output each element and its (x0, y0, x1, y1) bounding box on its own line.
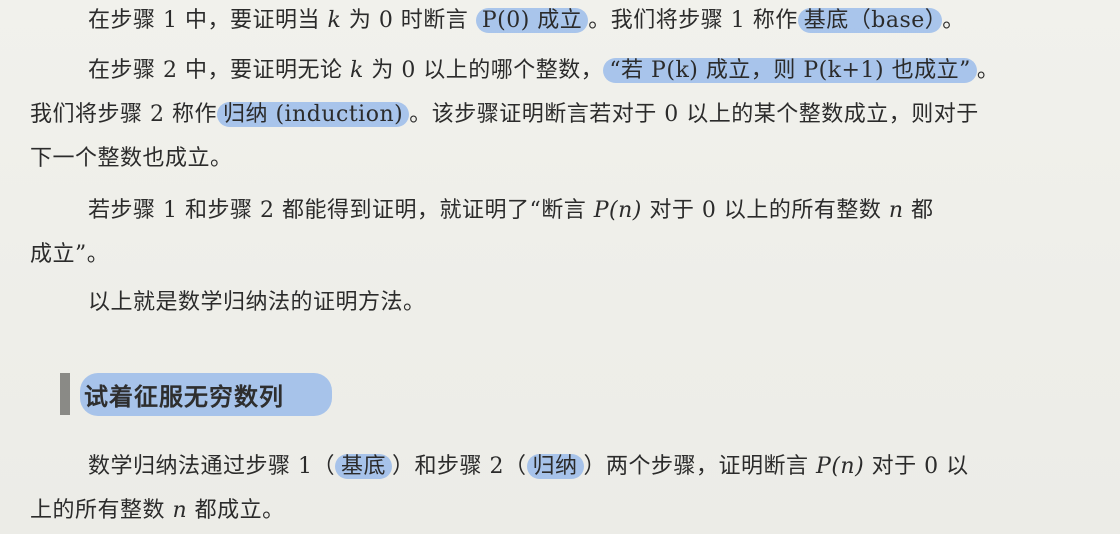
text-segment: 在步骤 2 中，要证明无论 (88, 58, 350, 83)
paragraph-step1: 在步骤 1 中，要证明当 k 为 0 时断言 P(0) 成立 。我们将步骤 1 称… (88, 6, 965, 36)
text-segment: 。 (976, 58, 1000, 83)
text-segment: 对于 0 以上的所有整数 (641, 198, 889, 223)
text-segment: 对于 0 以 (864, 454, 969, 479)
text-segment: 都 (903, 198, 934, 223)
variable-k: k (327, 8, 342, 33)
text-segment: 为 0 时断言 (341, 8, 476, 33)
text-segment: 我们将步骤 2 称作 (30, 102, 217, 127)
text-segment: 。该步骤证明断言若对于 0 以上的某个整数成立，则对于 (409, 102, 979, 127)
text-segment: 。 (942, 8, 965, 33)
variable-n: n (172, 498, 188, 523)
highlight-induction: 归纳 (526, 454, 584, 479)
paragraph-step2: 在步骤 2 中，要证明无论 k 为 0 以上的哪个整数， “若 P(k) 成立，则… (88, 56, 999, 86)
section-heading: 试着征服无穷数列 (60, 372, 332, 416)
text-segment: 若步骤 1 和步骤 2 都能得到证明，就证明了“断言 (88, 198, 594, 223)
heading-title: 试着征服无穷数列 (80, 372, 332, 416)
text-segment: 都成立。 (187, 498, 285, 523)
highlight-base: 基底 (335, 454, 393, 479)
variable-n: n (888, 198, 904, 223)
predicate-pn: P(n) (593, 198, 642, 223)
highlight-base: 基底（base） (797, 8, 943, 33)
highlight-induction-statement: “若 P(k) 成立，则 P(k+1) 也成立” (603, 58, 977, 83)
text-segment: 。我们将步骤 1 称作 (588, 8, 798, 33)
text-segment: 上的所有整数 (30, 498, 173, 523)
highlight-p0: P(0) 成立 (475, 8, 589, 33)
highlight-induction: 归纳 (induction) (216, 102, 410, 127)
text-segment: 数学归纳法通过步骤 1（ (88, 454, 335, 479)
text-segment: ）和步骤 2（ (392, 454, 527, 479)
paragraph-section: 数学归纳法通过步骤 1（ 基底 ）和步骤 2（ 归纳 ）两个步骤，证明断言 P(n) 对… (88, 452, 969, 482)
heading-bar (60, 373, 70, 415)
predicate-pn: P(n) (816, 454, 865, 479)
variable-k: k (349, 58, 364, 83)
paragraph-step2-line2: 我们将步骤 2 称作 归纳 (induction) 。该步骤证明断言若对于 0 以上… (30, 100, 979, 130)
text-segment: ）两个步骤，证明断言 (583, 454, 817, 479)
book-page: 在步骤 1 中，要证明当 k 为 0 时断言 P(0) 成立 。我们将步骤 1 称… (0, 0, 1120, 534)
paragraph-summary: 以上就是数学归纳法的证明方法。 (88, 290, 426, 315)
paragraph-conclusion: 若步骤 1 和步骤 2 都能得到证明，就证明了“断言 P(n) 对于 0 以上的… (88, 196, 934, 226)
text-segment: 在步骤 1 中，要证明当 (88, 8, 328, 33)
text-segment: 为 0 以上的哪个整数， (363, 58, 604, 83)
paragraph-step2-line3: 下一个整数也成立。 (30, 146, 233, 171)
paragraph-section-line2: 上的所有整数 n 都成立。 (30, 496, 285, 526)
paragraph-conclusion-line2: 成立”。 (30, 242, 110, 267)
